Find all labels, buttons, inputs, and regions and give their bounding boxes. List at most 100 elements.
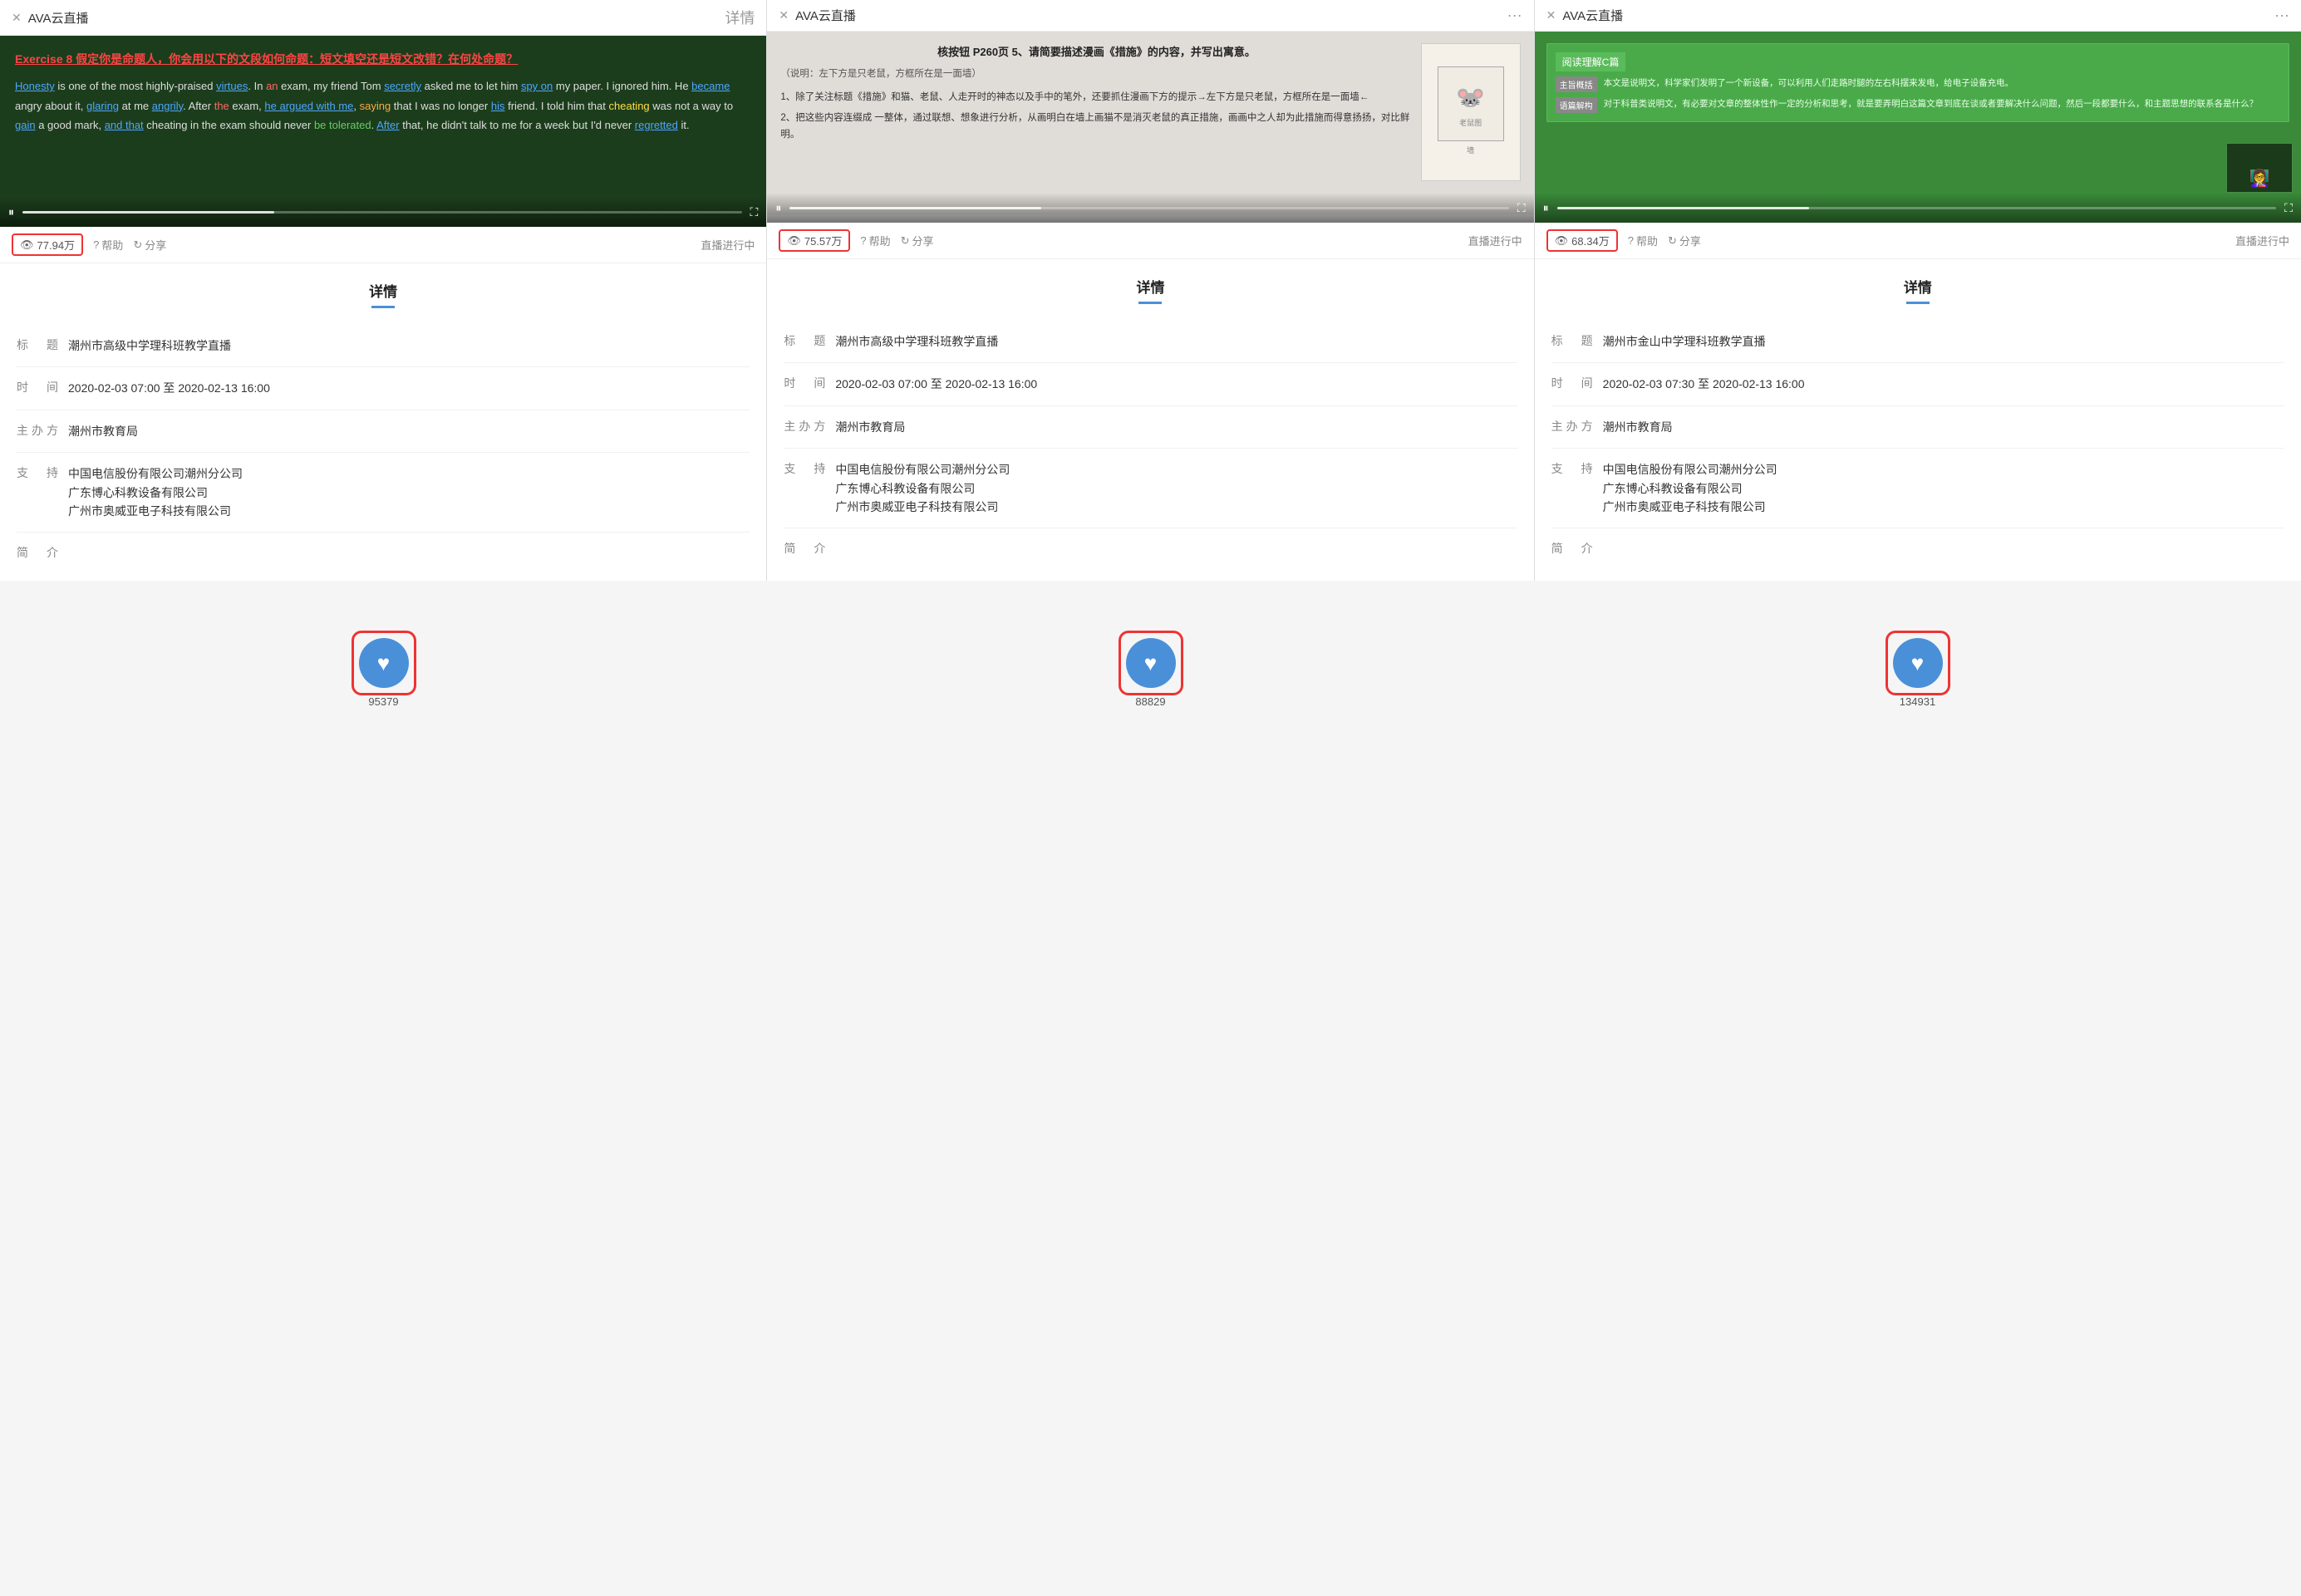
pause-button-2[interactable]: ⏸ [775,201,781,215]
detail-section-3: 详情 标 题 潮州市金山中学理科班教学直播 时 间 2020-02-03 07:… [1535,259,2301,577]
help-icon-3: ? [1628,234,1634,247]
share-label-3: 分享 [1679,233,1701,248]
wall-label: 墙 [1438,145,1504,157]
like-button-2[interactable]: ♥ [1126,638,1176,688]
detail-underline-1 [371,306,395,308]
like-container-2: ♥ [1119,631,1183,695]
value-3-1: 2020-02-03 07:30 至 2020-02-13 16:00 [1603,375,1805,393]
more-icon-1[interactable]: 详情 [725,7,755,28]
view-count-box-2: 👁 75.57万 [779,229,850,252]
panel-title-cn-2: 核按钮 P260页 5、请简要描述漫画《措施》的内容，并写出寓意。 [780,43,1412,61]
close-icon-2[interactable]: ✕ [779,8,789,22]
help-icon-1: ? [93,238,99,251]
detail-title-2: 详情 [784,276,1517,297]
title-bar-left-1: ✕ AVA云直播 [12,9,89,27]
value-1-0: 潮州市高级中学理科班教学直播 [68,336,231,355]
progress-bar-1[interactable] [22,211,742,214]
video-controls-2: ⏸ ⛶ [767,193,1533,223]
value-1-2: 潮州市教育局 [68,422,138,440]
share-label-2: 分享 [912,233,934,248]
video-controls-1: ⏸ ⛶ [0,197,766,227]
board-label2-3: 语篇解构 [1556,97,1597,113]
panel-subtitle-2: （说明：左下方是只老鼠，方框所在是一面墙） [780,66,1412,83]
view-count-box-1: 👁 77.94万 [12,233,83,256]
title-bar-1: ✕ AVA云直播 详情 [0,0,766,36]
value-2-2: 潮州市教育局 [835,418,905,436]
board-text1-3: 本文是说明文，科学家们发明了一个新设备，可以利用人们走路时腿的左右科摆来发电，给… [1604,76,2014,92]
share-icon-2: ↻ [901,234,910,248]
help-label-1: 帮助 [101,237,123,253]
view-count-3: 68.34万 [1571,233,1610,248]
share-icon-1: ↻ [133,238,142,252]
mini-classroom: 👩‍🏫 [2226,143,2293,193]
pause-button-1[interactable]: ⏸ [8,205,14,219]
panel-item1-2: 1、除了关注标题《措施》和猫、老鼠、人走开时的神态以及手中的笔外，还要抓住漫画下… [780,90,1412,106]
label-2-2: 主办方 [784,418,828,435]
help-button-1[interactable]: ? 帮助 [93,237,123,253]
value-3-2: 潮州市教育局 [1603,418,1673,436]
progress-bar-3[interactable] [1557,207,2277,209]
panel-item2-2: 2、把这些内容连缀成 一整体，通过联想、想象进行分析，从画明白在墙上画猫不是消灭… [780,110,1412,143]
fullscreen-button-2[interactable]: ⛶ [1517,201,1526,215]
detail-section-1: 详情 标 题 潮州市高级中学理科班教学直播 时 间 2020-02-03 07:… [0,263,766,581]
share-button-2[interactable]: ↻ 分享 [901,233,934,248]
label-1-4: 简 介 [17,544,61,561]
value-2-1: 2020-02-03 07:00 至 2020-02-13 16:00 [835,375,1037,393]
label-2-0: 标 题 [784,332,828,349]
mouse-image: 🐭 老鼠图 [1438,66,1504,141]
video-right-2: 🐭 老鼠图 墙 [1421,43,1521,181]
like-button-3[interactable]: ♥ [1893,638,1943,688]
board-reading-box-3: 阅读理解C篇 主旨概括 本文是说明文，科学家们发明了一个新设备，可以利用人们走路… [1546,43,2289,122]
detail-row-3-2: 主办方 潮州市教育局 [1551,406,2284,449]
more-icon-2[interactable]: ··· [1507,7,1522,24]
close-icon-1[interactable]: ✕ [12,11,22,25]
detail-row-3-1: 时 间 2020-02-03 07:30 至 2020-02-13 16:00 [1551,363,2284,405]
detail-row-1-0: 标 题 潮州市高级中学理科班教学直播 [17,325,750,367]
bottom-section: ♥ 95379 ♥ 88829 ♥ 134931 [0,581,2301,758]
detail-row-2-3: 支 持 中国电信股份有限公司潮州分公司 广东博心科教设备有限公司 广州市奥威亚电… [784,449,1517,528]
fullscreen-button-3[interactable]: ⛶ [2284,201,2293,215]
share-button-3[interactable]: ↻ 分享 [1668,233,1701,248]
detail-row-3-4: 简 介 [1551,528,2284,568]
label-3-1: 时 间 [1551,375,1596,391]
board-title-3: 阅读理解C篇 [1556,52,1626,71]
value-1-1: 2020-02-03 07:00 至 2020-02-13 16:00 [68,379,270,397]
detail-underline-2 [1138,302,1162,304]
label-3-2: 主办方 [1551,418,1596,435]
value-3-0: 潮州市金山中学理科班教学直播 [1603,332,1766,351]
like-button-1[interactable]: ♥ [359,638,409,688]
title-bar-3: ✕ AVA云直播 ··· [1535,0,2301,32]
detail-title-1: 详情 [17,280,750,301]
label-2-1: 时 间 [784,375,828,391]
app-title-1: AVA云直播 [28,9,89,27]
detail-row-2-1: 时 间 2020-02-03 07:00 至 2020-02-13 16:00 [784,363,1517,405]
help-button-2[interactable]: ? 帮助 [860,233,890,248]
progress-fill-1 [22,211,274,214]
stats-bar-1: 👁 77.94万 ? 帮助 ↻ 分享 直播进行中 [0,227,766,263]
value-2-0: 潮州市高级中学理科班教学直播 [835,332,998,351]
progress-bar-2[interactable] [789,207,1509,209]
fullscreen-button-1[interactable]: ⛶ [750,205,759,219]
detail-row-3-3: 支 持 中国电信股份有限公司潮州分公司 广东博心科教设备有限公司 广州市奥威亚电… [1551,449,2284,528]
close-icon-3[interactable]: ✕ [1546,8,1556,22]
exercise-title-1: Exercise 8 假定你是命题人，你会用以下的文段如何命题：短文填空还是短文… [15,49,751,70]
more-icon-3[interactable]: ··· [2274,7,2289,24]
help-label-3: 帮助 [1636,233,1658,248]
page-container: ✕ AVA云直播 详情 Exercise 8 假定你是命题人，你会用以下的文段如… [0,0,2301,1596]
value-1-3: 中国电信股份有限公司潮州分公司 广东博心科教设备有限公司 广州市奥威亚电子科技有… [68,464,243,520]
live-status-1: 直播进行中 [701,237,755,253]
detail-section-2: 详情 标 题 潮州市高级中学理科班教学直播 时 间 2020-02-03 07:… [767,259,1533,577]
share-button-1[interactable]: ↻ 分享 [133,237,166,253]
detail-row-2-0: 标 题 潮州市高级中学理科班教学直播 [784,321,1517,363]
help-label-2: 帮助 [869,233,891,248]
video-area-2: 核按钮 P260页 5、请简要描述漫画《措施》的内容，并写出寓意。 （说明：左下… [767,32,1533,223]
video-controls-3: ⏸ ⛶ [1535,193,2301,223]
view-count-1: 77.94万 [37,237,76,253]
board-text2-3: 对于科普类说明文，有必要对文章的整体性作一定的分析和思考，就是要弄明白这篇文章到… [1604,97,2259,113]
value-3-3: 中国电信股份有限公司潮州分公司 广东博心科教设备有限公司 广州市奥威亚电子科技有… [1603,460,1777,516]
help-button-3[interactable]: ? 帮助 [1628,233,1658,248]
stream-col-2: ✕ AVA云直播 ··· 核按钮 P260页 5、请简要描述漫画《措施》的内容，… [767,0,1534,581]
title-bar-left-3: ✕ AVA云直播 [1546,7,1624,24]
video-content-1: Exercise 8 假定你是命题人，你会用以下的文段如何命题：短文填空还是短文… [0,36,766,219]
pause-button-3[interactable]: ⏸ [1543,201,1549,215]
